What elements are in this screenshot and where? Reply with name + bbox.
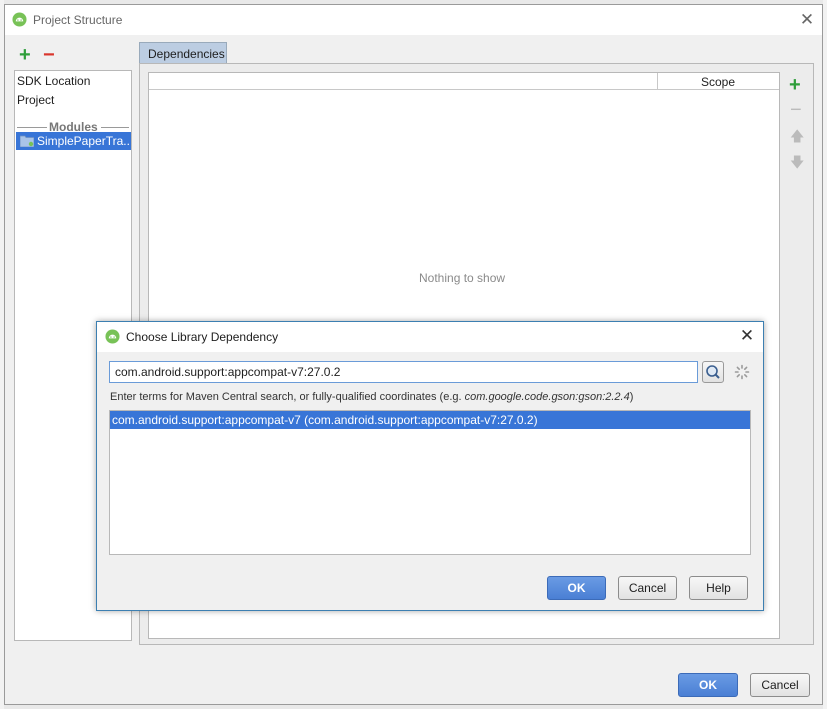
android-icon [12, 12, 27, 27]
sidebar-item-module[interactable]: SimplePaperTra... [16, 132, 131, 150]
search-results-list[interactable]: com.android.support:appcompat-v7 (com.an… [109, 410, 751, 555]
spinner-icon [734, 364, 750, 380]
choose-library-dependency-dialog: Choose Library Dependency ✕ Enter terms … [96, 321, 764, 611]
ok-button[interactable]: OK [678, 673, 738, 697]
dialog-help-button[interactable]: Help [689, 576, 748, 600]
dialog-titlebar: Choose Library Dependency ✕ [97, 322, 763, 352]
add-dependency-button[interactable]: + [789, 75, 801, 95]
hint-prefix: Enter terms for Maven Central search, or… [110, 391, 465, 403]
cancel-button[interactable]: Cancel [750, 673, 810, 697]
window-titlebar: Project Structure ✕ [5, 5, 822, 35]
hint-suffix: ) [629, 391, 634, 403]
window-title: Project Structure [33, 13, 123, 27]
close-icon[interactable]: ✕ [738, 327, 756, 345]
empty-state-text: Nothing to show [419, 271, 506, 285]
list-item-label: com.android.support:appcompat-v7 (com.an… [112, 413, 538, 427]
column-header-scope[interactable]: Scope [701, 75, 735, 89]
search-icon [706, 365, 720, 379]
dialog-title: Choose Library Dependency [126, 330, 279, 344]
android-icon [105, 329, 120, 344]
sidebar-item-sdk-location[interactable]: SDK Location [17, 74, 90, 88]
add-module-button[interactable]: + [19, 45, 31, 65]
remove-dependency-button[interactable]: − [790, 100, 802, 120]
divider [101, 127, 129, 128]
close-icon[interactable]: ✕ [798, 11, 816, 29]
sidebar-item-project[interactable]: Project [17, 93, 54, 107]
arrow-down-icon[interactable]: 🡇 [790, 152, 804, 176]
list-item[interactable]: com.android.support:appcompat-v7 (com.an… [110, 411, 750, 429]
column-separator[interactable] [657, 73, 658, 90]
sidebar-item-label: SimplePaperTra... [37, 134, 129, 148]
arrow-up-icon[interactable]: 🡅 [790, 126, 804, 150]
table-header: Scope [149, 73, 779, 90]
dialog-ok-button[interactable]: OK [547, 576, 606, 600]
search-hint: Enter terms for Maven Central search, or… [110, 391, 633, 403]
remove-module-button[interactable]: − [43, 45, 55, 65]
tab-label: Dependencies [148, 47, 225, 61]
search-input[interactable] [109, 361, 698, 383]
divider [17, 127, 47, 128]
folder-icon [20, 135, 34, 147]
search-button[interactable] [702, 361, 724, 383]
hint-example: com.google.code.gson:gson:2.2.4 [464, 391, 630, 403]
background-ide-right [823, 0, 827, 709]
tab-dependencies[interactable]: Dependencies [139, 42, 227, 64]
dialog-cancel-button[interactable]: Cancel [618, 576, 677, 600]
